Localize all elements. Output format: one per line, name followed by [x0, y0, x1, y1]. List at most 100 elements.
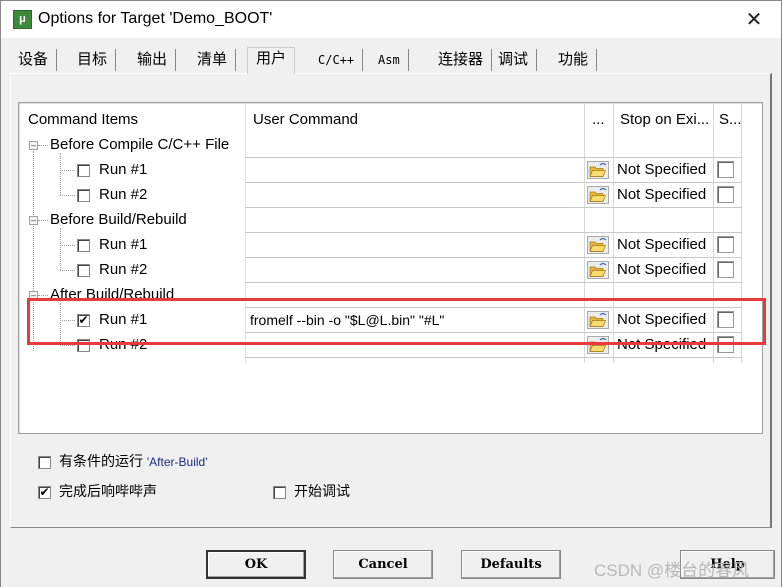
tab-c-cpp[interactable]: C/C++: [310, 49, 364, 71]
help-button[interactable]: Help: [680, 550, 775, 579]
collapse-icon[interactable]: –: [29, 216, 38, 225]
tree-line: [38, 295, 48, 296]
row-divider: [245, 357, 742, 358]
start-debug-checkbox[interactable]: [273, 485, 286, 499]
tree-line: [60, 303, 61, 345]
run-checkbox[interactable]: [77, 189, 90, 202]
conditional-run-label: 有条件的运行: [59, 453, 143, 469]
tree-line: [33, 151, 34, 351]
cancel-button[interactable]: Cancel: [333, 550, 433, 579]
grid-col-divider: [741, 103, 742, 363]
tree-line: [60, 153, 61, 195]
tab-debug[interactable]: 调试: [490, 49, 538, 71]
tab-listing[interactable]: 清单: [189, 49, 237, 71]
stop-on-exit-value[interactable]: Not Specified: [617, 261, 706, 278]
window-border-left: [0, 38, 1, 587]
s-checkbox[interactable]: [717, 336, 734, 353]
row-divider: [245, 307, 742, 308]
run-label: Run #2: [99, 336, 148, 353]
run-checkbox-checked[interactable]: ✔: [77, 314, 90, 327]
tree-line: [60, 345, 75, 346]
group-before-build[interactable]: Before Build/Rebuild: [50, 211, 187, 228]
s-checkbox[interactable]: [717, 161, 734, 178]
tree-line: [60, 228, 61, 270]
folder-open-icon[interactable]: [587, 186, 609, 204]
option-conditional-run[interactable]: 有条件的运行 'After-Build': [38, 451, 208, 471]
defaults-button[interactable]: Defaults: [461, 550, 561, 579]
collapse-icon[interactable]: –: [29, 141, 38, 150]
folder-open-icon[interactable]: [587, 336, 609, 354]
header-command-items[interactable]: Command Items: [28, 111, 138, 128]
option-start-debug[interactable]: 开始调试: [273, 481, 350, 501]
tab-asm[interactable]: Asm: [370, 49, 409, 71]
user-command-input[interactable]: [250, 237, 580, 255]
header-stop-on-exit[interactable]: Stop on Exi...: [620, 111, 709, 128]
collapse-icon[interactable]: –: [29, 291, 38, 300]
tab-utilities[interactable]: 功能: [550, 49, 598, 71]
row-divider: [245, 332, 742, 333]
tab-device[interactable]: 设备: [10, 49, 58, 71]
row-divider: [245, 207, 742, 208]
run-checkbox[interactable]: [77, 239, 90, 252]
group-after-build[interactable]: After Build/Rebuild: [50, 286, 174, 303]
s-checkbox[interactable]: [717, 261, 734, 278]
run-label: Run #1: [99, 161, 148, 178]
row-divider: [245, 232, 742, 233]
group-before-compile[interactable]: Before Compile C/C++ File: [50, 136, 229, 153]
start-debug-label: 开始调试: [294, 483, 350, 499]
s-checkbox[interactable]: [717, 311, 734, 328]
window-title: Options for Target 'Demo_BOOT': [38, 10, 273, 27]
tab-output[interactable]: 输出: [129, 49, 177, 71]
tree-line: [60, 170, 75, 171]
uvision-icon: μ: [13, 10, 32, 29]
run-checkbox[interactable]: [77, 164, 90, 177]
tree-line: [60, 195, 75, 196]
option-beep[interactable]: ✔ 完成后响哔哔声: [38, 481, 157, 501]
header-s[interactable]: S...: [719, 111, 742, 128]
user-command-input[interactable]: [250, 262, 580, 280]
folder-open-icon[interactable]: [587, 311, 609, 329]
stop-on-exit-value[interactable]: Not Specified: [617, 336, 706, 353]
user-command-input[interactable]: [250, 162, 580, 180]
conditional-run-target: 'After-Build': [146, 455, 208, 469]
stop-on-exit-value[interactable]: Not Specified: [617, 186, 706, 203]
beep-checkbox[interactable]: ✔: [38, 485, 51, 499]
user-command-input[interactable]: fromelf --bin -o "$L@L.bin" "#L": [250, 312, 580, 330]
run-label: Run #1: [99, 236, 148, 253]
user-command-input[interactable]: [250, 337, 580, 355]
tab-user[interactable]: 用户: [247, 47, 296, 74]
conditional-run-checkbox[interactable]: [38, 455, 51, 469]
title-bar: μ Options for Target 'Demo_BOOT' ✕: [0, 0, 782, 38]
ok-button[interactable]: OK: [206, 550, 306, 579]
run-checkbox[interactable]: [77, 264, 90, 277]
header-browse[interactable]: ...: [592, 111, 605, 128]
tab-target[interactable]: 目标: [69, 49, 117, 71]
stop-on-exit-value[interactable]: Not Specified: [617, 236, 706, 253]
run-checkbox[interactable]: [77, 339, 90, 352]
tree-line: [38, 145, 48, 146]
folder-open-icon[interactable]: [587, 261, 609, 279]
row-divider: [245, 182, 742, 183]
stop-on-exit-value[interactable]: Not Specified: [617, 161, 706, 178]
close-button[interactable]: ✕: [741, 7, 767, 33]
grid-col-divider: [584, 103, 585, 363]
s-checkbox[interactable]: [717, 236, 734, 253]
folder-open-icon[interactable]: [587, 236, 609, 254]
tree-line: [60, 245, 75, 246]
tab-linker[interactable]: 连接器: [430, 49, 493, 71]
grid-col-divider: [245, 103, 246, 363]
tree-line: [60, 320, 75, 321]
run-label: Run #1: [99, 311, 148, 328]
user-command-input[interactable]: [250, 187, 580, 205]
row-divider: [245, 157, 742, 158]
run-label: Run #2: [99, 186, 148, 203]
stop-on-exit-value[interactable]: Not Specified: [617, 311, 706, 328]
folder-open-icon[interactable]: [587, 161, 609, 179]
row-divider: [245, 257, 742, 258]
run-label: Run #2: [99, 261, 148, 278]
header-user-command[interactable]: User Command: [253, 111, 358, 128]
s-checkbox[interactable]: [717, 186, 734, 203]
grid-col-divider: [713, 103, 714, 363]
row-divider: [245, 282, 742, 283]
grid-col-divider: [613, 103, 614, 363]
